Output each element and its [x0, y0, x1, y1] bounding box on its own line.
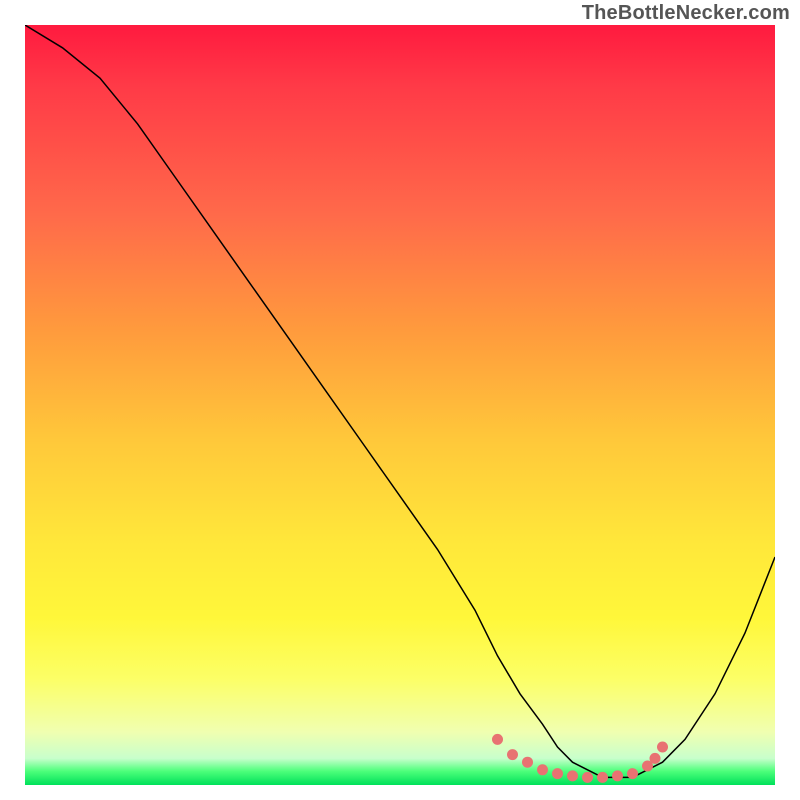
chart-container: TheBottleNecker.com — [0, 0, 800, 800]
attribution-text: TheBottleNecker.com — [582, 2, 790, 25]
gradient-background — [25, 25, 775, 785]
